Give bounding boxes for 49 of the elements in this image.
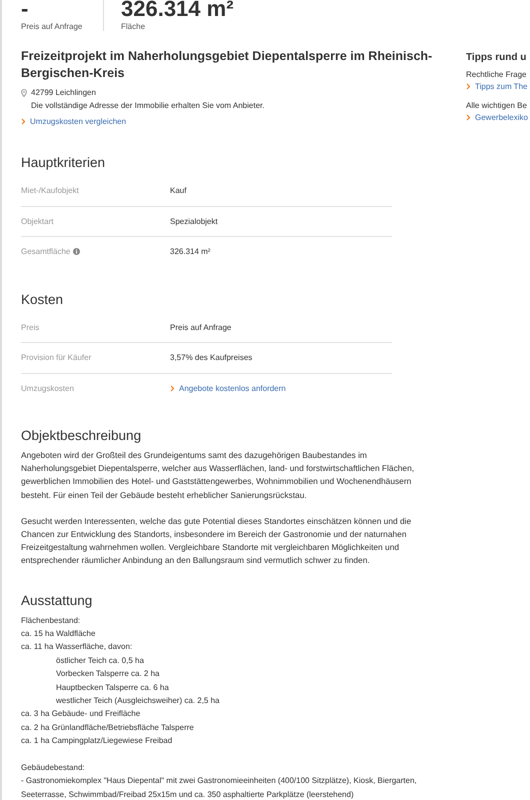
sidebar-text: Alle wichtigen Be (466, 100, 528, 111)
stat-value: 326.314 m² (121, 0, 234, 19)
row-label: Preis (21, 322, 40, 332)
feature-line: Flächenbestand: (21, 614, 80, 627)
sidebar-link[interactable]: Gewerbelexiko (466, 111, 530, 123)
location-pin-icon (21, 88, 27, 96)
compare-link[interactable]: Umzugskosten vergleichen (21, 114, 126, 128)
feature-line: ca. 11 ha Wasserfläche, davon: (21, 641, 132, 654)
chevron-icon (466, 114, 471, 120)
feature-line: ca. 3 ha Gebäude- und Freifläche (21, 708, 140, 720)
feature-line: Hauptbecken Talsperre ca. 6 ha (55, 682, 169, 694)
sidebar-heading: Tipps rund u (466, 52, 528, 63)
description-paragraph: Angeboten wird der Großteil des Grundeigentums samt des dazugehörigen Baubestandes im Naherholungsgebiet Diepentalsperre, welcher aus Wasserflächen, land- und forstwirtschaftlichen Flächen, gewerblichen Immobilien des Hotel- und Gaststättengewerbes, Wohnimmobilien und Wochenendhäusern besteht. Für einen Teil der Gebäude besteht erheblicher Sanierungsrückstau. (21, 449, 416, 502)
section-heading: Objektbeschreibung (21, 428, 142, 443)
chevron-icon (21, 118, 26, 125)
row-label: Umzugskosten (21, 384, 74, 393)
row-label: Provision für Käufer (21, 353, 92, 362)
location-text: 42799 Leichlingen (31, 88, 96, 97)
listing-title: Freizeitprojekt im Naherholungsgebiet Diepentalsperre im Rheinisch-Bergischen-Kreis (21, 48, 434, 82)
offer-link[interactable]: Angebote kostenlos anfordern (170, 384, 286, 393)
sidebar-text: Rechtliche Frage (466, 69, 528, 80)
section-heading: Ausstattung (21, 592, 94, 608)
description-paragraph: Gesucht werden Interessenten, welche das gute Potential dieses Standortes einschätzen können und die Chancen zur Entwicklung des Standorts, insbesondere im Bereich der Gastronomie und der naturnahen Freizeitgestaltung wahrnehmen wollen. Vergleichbare Standorte mit vergleichbaren Möglichkeiten und entsprechender räumlicher Anbindung an den Ballungsraum sind vermutlich schwer zu finden. (21, 514, 412, 568)
feature-line: - Gastronomiekomplex "Haus Diepental" mit zwei Gastronomieeinheiten (400/100 Sitzplätze), Kiosk, Biergarten, Seeterrasse, Schwimmbad/Freibad 25x15m und ca. 350 asphaltierte Parkplätze (leerstehend) (21, 775, 418, 800)
row-value: 3,57% des Kaufpreises (170, 353, 252, 362)
address-note: Die vollständige Adresse der Immobilie erhalten Sie vom Anbieter. (30, 100, 266, 112)
feature-line: Gebäudebestand: (21, 762, 85, 774)
feature-line: ca. 15 ha Waldfläche (21, 628, 96, 640)
feature-line: ca. 1 ha Campingplatz/Liegewiese Freibad (21, 735, 172, 748)
stat-value: - (21, 0, 30, 19)
row-value: Spezialobjekt (170, 216, 218, 226)
section-heading: Kosten (21, 292, 64, 306)
sidebar-link[interactable]: Tipps zum The (466, 80, 530, 92)
section-heading: Hauptkriterien (21, 155, 106, 170)
chevron-icon (466, 82, 471, 90)
row-value: 326.314 m² (170, 247, 210, 256)
stat-label: Fläche (121, 22, 146, 31)
feature-line: ca. 2 ha Grünlandfläche/Betriebsfläche Talsperre (21, 722, 194, 734)
feature-line: Vorbecken Talsperre ca. 2 ha (55, 668, 160, 680)
row-label: Gesamtfläche (21, 247, 70, 256)
row-value: Preis auf Anfrage (170, 322, 232, 332)
feature-line: östlicher Teich ca. 0,5 ha (55, 654, 144, 667)
row-value: Kauf (170, 186, 186, 196)
feature-line: westlicher Teich (Ausgleichsweiher) ca. 2,5 ha (55, 695, 220, 708)
row-label: Miet-/Kaufobjekt (21, 186, 79, 196)
chevron-icon (170, 384, 175, 392)
row-label: Objektart (21, 216, 54, 226)
stat-label: Preis auf Anfrage (21, 22, 84, 31)
info-icon[interactable] (73, 248, 80, 256)
